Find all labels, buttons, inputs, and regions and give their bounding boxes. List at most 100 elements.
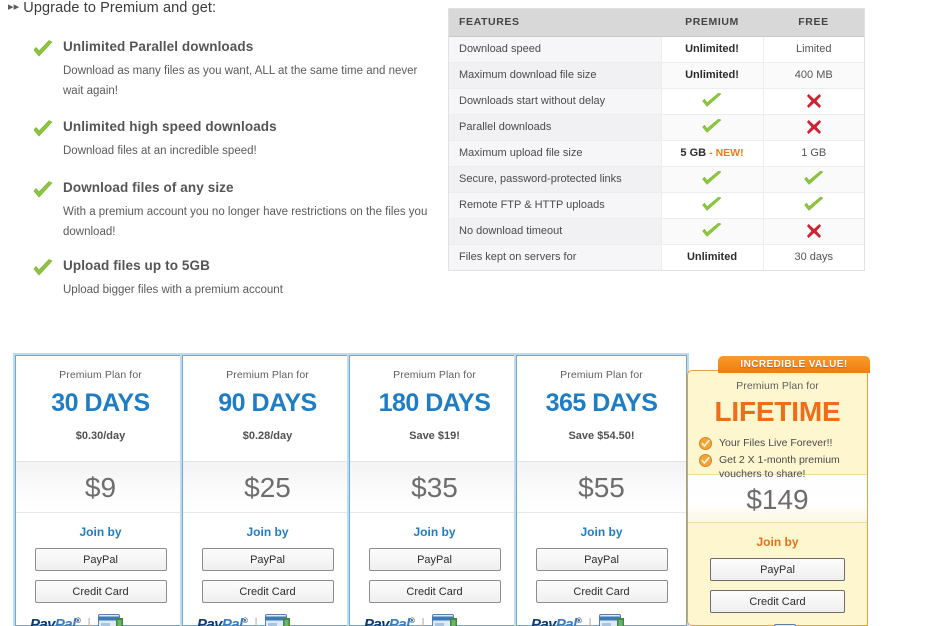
green-check-icon xyxy=(702,223,722,237)
plan-price: $55 xyxy=(517,461,686,513)
paypal-logo: PayPal® xyxy=(197,616,248,626)
join-by-label: Join by xyxy=(756,535,799,549)
paypal-logo: PayPal® xyxy=(364,616,415,626)
table-row: Parallel downloads xyxy=(449,113,864,140)
green-check-icon xyxy=(32,181,54,201)
free-value-cell xyxy=(763,191,864,218)
plan-price: $35 xyxy=(350,461,519,513)
lifetime-bullet-text: Your Files Live Forever!! xyxy=(719,437,833,449)
feature-name-cell: Parallel downloads xyxy=(449,113,662,140)
feature-name-cell: Maximum upload file size xyxy=(449,139,662,166)
plan-card-90-days[interactable]: Premium Plan for 90 DAYS $0.28/day $25 J… xyxy=(182,355,353,626)
credit-card-icon xyxy=(432,613,458,626)
green-check-icon xyxy=(803,171,824,185)
green-check-icon xyxy=(32,40,54,60)
table-row: Maximum download file size Unlimited! 400 … xyxy=(449,61,864,88)
free-value-cell: Limited xyxy=(763,35,864,62)
credit-card-button[interactable]: Credit Card xyxy=(368,580,501,603)
premium-value-cell: Unlimited xyxy=(661,243,764,270)
red-cross-icon xyxy=(806,94,821,108)
logo-divider: | xyxy=(87,616,92,626)
feature-name-cell: Files kept on servers for xyxy=(449,243,662,270)
green-check-icon xyxy=(803,197,824,211)
red-cross-icon xyxy=(806,224,821,238)
join-by-label: Join by xyxy=(79,525,122,539)
premium-value-cell xyxy=(661,113,764,140)
credit-card-button[interactable]: Credit Card xyxy=(535,580,668,603)
green-check-icon xyxy=(702,171,722,185)
paypal-button[interactable]: PayPal xyxy=(201,548,334,571)
feature-name-cell: Maximum download file size xyxy=(449,61,662,88)
free-value-cell xyxy=(763,217,864,244)
free-value-cell xyxy=(763,113,864,140)
paypal-button[interactable]: PayPal xyxy=(368,548,501,571)
table-row: No download timeout xyxy=(449,217,864,244)
plan-note: $0.28/day xyxy=(242,430,293,442)
green-check-icon xyxy=(32,259,54,279)
feature-name-cell: Remote FTP & HTTP uploads xyxy=(449,191,662,218)
incredible-value-banner: INCREDIBLE VALUE! xyxy=(718,356,870,373)
lifetime-bullet-text: Get 2 X 1-month premium vouchers to shar… xyxy=(719,454,840,480)
premium-value-cell xyxy=(661,217,764,244)
payment-logos: PayPal® | xyxy=(517,613,686,626)
paypal-button[interactable]: PayPal xyxy=(535,548,668,571)
plan-duration: 180 DAYS xyxy=(378,389,491,417)
pricing-plans-row: Premium Plan for 30 DAYS $0.30/day $9 Jo… xyxy=(15,355,870,626)
orange-check-circle-icon xyxy=(699,454,712,467)
feature-name-cell: Download speed xyxy=(449,35,662,62)
credit-card-button[interactable]: Credit Card xyxy=(710,590,845,613)
lifetime-bullets: Your Files Live Forever!! Get 2 X 1-mont… xyxy=(688,436,867,481)
plan-prefix-label: Premium Plan for xyxy=(226,369,309,381)
features-comparison-table: FEATURES PREMIUM FREE Download speed Unli… xyxy=(448,8,865,271)
benefit-item: Unlimited Parallel downloads Download as… xyxy=(32,38,432,101)
free-value-cell: 400 MB xyxy=(763,61,864,88)
join-by-label: Join by xyxy=(413,525,456,539)
plan-prefix-label: Premium Plan for xyxy=(393,369,476,381)
benefits-section: ▸▸ Upgrade to Premium and get: Unlimited … xyxy=(0,0,445,320)
table-row: Downloads start without delay xyxy=(449,87,864,114)
table-row: Maximum upload file size 5 GB - NEW! 1 GB xyxy=(449,139,864,166)
benefit-title: Upload files up to 5GB xyxy=(63,258,210,273)
red-cross-icon xyxy=(806,120,821,134)
logo-divider: | xyxy=(421,616,426,626)
plan-card-365-days[interactable]: Premium Plan for 365 DAYS Save $54.50! $… xyxy=(516,355,687,626)
join-by-label: Join by xyxy=(246,525,289,539)
lifetime-bullet-item: Your Files Live Forever!! xyxy=(699,436,867,450)
table-row: Remote FTP & HTTP uploads xyxy=(449,191,864,218)
paypal-logo: PayPal® xyxy=(30,616,81,626)
credit-card-button[interactable]: Credit Card xyxy=(34,580,167,603)
paypal-logo: PayPal® xyxy=(531,616,582,626)
credit-card-icon xyxy=(599,613,625,626)
paypal-button[interactable]: PayPal xyxy=(710,558,845,581)
credit-card-icon xyxy=(98,613,124,626)
column-header-free: FREE xyxy=(763,9,864,37)
plan-header: Premium Plan for LIFETIME Your Files Liv… xyxy=(688,371,867,480)
plan-card-lifetime[interactable]: INCREDIBLE VALUE! Premium Plan for LIFET… xyxy=(687,356,870,626)
table-row: Files kept on servers for Unlimited 30 day… xyxy=(449,243,864,270)
premium-value-cell: Unlimited! xyxy=(661,35,764,62)
benefit-description: Download as many files as you want, ALL … xyxy=(63,65,418,97)
plan-price: $149 xyxy=(688,474,867,523)
plan-card-30-days[interactable]: Premium Plan for 30 DAYS $0.30/day $9 Jo… xyxy=(15,355,186,626)
benefit-description: With a premium account you no longer hav… xyxy=(63,206,428,238)
plan-card-180-days[interactable]: Premium Plan for 180 DAYS Save $19! $35 … xyxy=(349,355,520,626)
free-value-cell: 30 days xyxy=(763,243,864,270)
plan-prefix-label: Premium Plan for xyxy=(736,380,819,392)
payment-logos: PayPal® | xyxy=(183,613,352,626)
green-check-icon xyxy=(702,119,722,133)
payment-logos: PayPal® | xyxy=(16,613,185,626)
plan-note: Save $19! xyxy=(409,430,460,442)
plan-note: $0.30/day xyxy=(75,430,126,442)
plan-header: Premium Plan for 365 DAYS Save $54.50! xyxy=(517,356,686,461)
benefit-item: Download files of any size With a premiu… xyxy=(32,179,432,242)
benefit-title: Unlimited high speed downloads xyxy=(63,119,277,134)
green-check-icon xyxy=(702,197,722,211)
plan-header: Premium Plan for 30 DAYS $0.30/day xyxy=(16,356,185,461)
premium-upgrade-page: ▸▸ Upgrade to Premium and get: Unlimited … xyxy=(0,0,939,626)
credit-card-button[interactable]: Credit Card xyxy=(201,580,334,603)
payment-logos: PayPal® | xyxy=(350,613,519,626)
plan-price: $25 xyxy=(183,461,352,513)
double-arrow-icon: ▸▸ xyxy=(8,1,20,13)
credit-card-icon xyxy=(265,613,291,626)
paypal-button[interactable]: PayPal xyxy=(34,548,167,571)
